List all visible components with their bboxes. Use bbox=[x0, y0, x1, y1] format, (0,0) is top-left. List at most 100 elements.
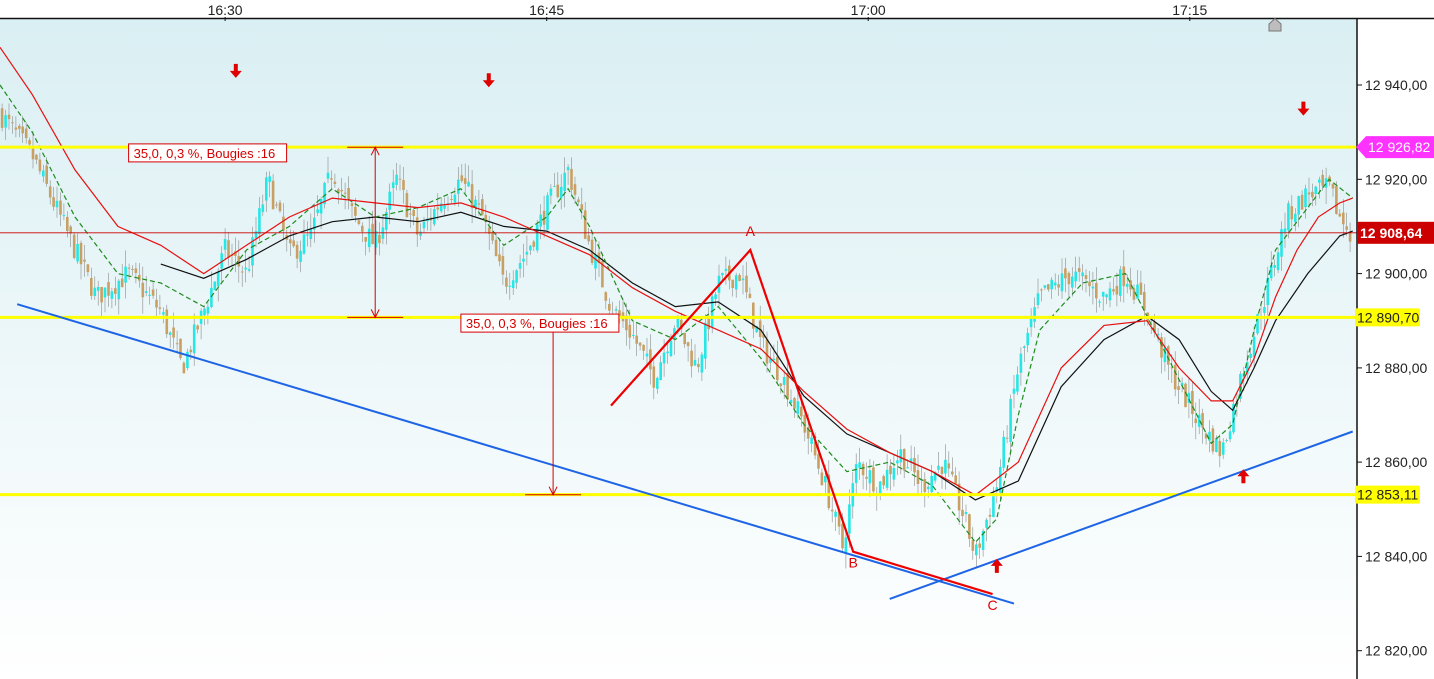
candle-body-bear bbox=[1338, 213, 1342, 217]
candle-body-bull bbox=[944, 459, 947, 474]
candle-body-bull bbox=[1318, 179, 1321, 183]
candle-body-bull bbox=[1294, 213, 1297, 223]
candle-body-bear bbox=[556, 184, 560, 197]
candle-body-bear bbox=[1077, 268, 1081, 272]
candle-body-bear bbox=[916, 470, 920, 484]
candle-body-bear bbox=[35, 154, 38, 160]
candle-body-bull bbox=[388, 191, 391, 210]
candle-body-bull bbox=[395, 174, 398, 185]
candle-body-bear bbox=[1307, 192, 1311, 195]
candle-body-bull bbox=[1053, 282, 1057, 286]
candle-body-bear bbox=[28, 140, 31, 145]
candle-body-bull bbox=[885, 469, 889, 488]
candle-body-bear bbox=[638, 342, 642, 346]
candle-body-bull bbox=[419, 231, 422, 236]
candle-body-bull bbox=[1125, 283, 1129, 287]
measure-label-text: 35,0, 0,3 %, Bougies :16 bbox=[466, 316, 608, 331]
candle-body-bear bbox=[405, 193, 409, 218]
candle-body-bear bbox=[765, 339, 769, 364]
candle-body-bear bbox=[415, 217, 419, 235]
candle-body-bull bbox=[926, 486, 930, 490]
candle-body-bull bbox=[210, 287, 213, 307]
candle-body-bull bbox=[306, 234, 309, 236]
candle-body-bear bbox=[100, 287, 103, 303]
candle-body-bear bbox=[151, 289, 155, 296]
candle-body-bear bbox=[865, 476, 868, 479]
candle-body-bull bbox=[316, 209, 319, 213]
candle-body-bear bbox=[1139, 282, 1143, 295]
candle-body-bear bbox=[1047, 284, 1050, 290]
candle-body-bull bbox=[1119, 269, 1122, 296]
measure-label-text: 35,0, 0,3 %, Bougies :16 bbox=[134, 146, 276, 161]
candle-body-bear bbox=[707, 317, 710, 330]
candle-body-bull bbox=[258, 208, 261, 234]
candle-body-bear bbox=[604, 292, 608, 301]
candle-body-bear bbox=[227, 240, 230, 258]
candle-body-bear bbox=[83, 259, 86, 262]
price-badge-text: 12 926,82 bbox=[1368, 139, 1430, 155]
candle-body-bull bbox=[1033, 307, 1036, 322]
candle-body-bear bbox=[1067, 272, 1071, 285]
candle-body-bull bbox=[1023, 346, 1026, 348]
candle-body-bull bbox=[518, 263, 522, 269]
candle-body-bear bbox=[481, 199, 484, 215]
candle-body-bull bbox=[906, 467, 909, 469]
candle-body-bull bbox=[1324, 178, 1328, 188]
candle-body-bear bbox=[463, 178, 467, 184]
candle-body-bull bbox=[937, 465, 940, 470]
candle-body-bull bbox=[110, 291, 114, 299]
candle-body-bull bbox=[878, 481, 882, 494]
candle-body-bull bbox=[1016, 374, 1019, 392]
candle-body-bear bbox=[361, 225, 364, 232]
candle-body-bull bbox=[254, 231, 258, 238]
price-chart[interactable]: A B C 35,0, 0,3 %, Bougies :16 35,0, 0,3 %, … bbox=[0, 0, 1434, 679]
candle-body-bear bbox=[460, 175, 464, 181]
candle-body-bull bbox=[1091, 286, 1095, 289]
candle-body-bull bbox=[796, 401, 800, 415]
candle-body-bear bbox=[179, 338, 182, 359]
candle-body-bear bbox=[38, 159, 42, 172]
x-tick-label: 17:15 bbox=[1172, 2, 1207, 18]
candle-body-bull bbox=[1098, 301, 1101, 303]
candle-body-bear bbox=[583, 210, 587, 239]
candle-body-bull bbox=[206, 306, 210, 314]
candle-body-bull bbox=[1228, 431, 1232, 440]
candle-body-bull bbox=[522, 258, 525, 262]
candle-body-bull bbox=[1283, 228, 1287, 233]
candle-body-bull bbox=[549, 188, 553, 196]
candle-body-bear bbox=[913, 458, 916, 473]
candle-body-bull bbox=[93, 287, 97, 296]
level-badge-text: 12 853,11 bbox=[1357, 487, 1418, 503]
candle-body-bear bbox=[59, 200, 62, 215]
candle-body-bear bbox=[402, 180, 405, 190]
candle-body-bull bbox=[546, 195, 549, 230]
candle-body-bear bbox=[580, 204, 584, 211]
candle-body-bear bbox=[628, 324, 632, 338]
candle-body-bull bbox=[975, 544, 978, 556]
candle-body-bear bbox=[793, 398, 796, 409]
candle-body-bear bbox=[282, 216, 285, 231]
candle-body-bull bbox=[566, 167, 570, 171]
candle-body-bull bbox=[1060, 273, 1064, 292]
candle-body-bull bbox=[662, 352, 666, 364]
candle-body-bull bbox=[704, 322, 707, 359]
candle-body-bull bbox=[741, 278, 745, 281]
candle-body-bull bbox=[666, 351, 669, 354]
candle-body-bull bbox=[1074, 271, 1077, 282]
candle-body-bear bbox=[409, 213, 412, 215]
candle-body-bull bbox=[1225, 440, 1228, 441]
candle-body-bear bbox=[1064, 268, 1067, 279]
candle-body-bear bbox=[278, 202, 282, 211]
candle-body-bear bbox=[817, 454, 820, 469]
candle-body-bull bbox=[96, 286, 100, 291]
candle-body-bear bbox=[1132, 288, 1136, 300]
candle-body-bull bbox=[511, 280, 515, 288]
candle-body-bull bbox=[992, 496, 995, 518]
candle-body-bear bbox=[923, 479, 927, 492]
candle-body-bull bbox=[1043, 285, 1047, 288]
candle-body-bear bbox=[14, 127, 18, 130]
candle-body-bear bbox=[1331, 183, 1335, 189]
candle-body-bull bbox=[525, 251, 529, 255]
candle-body-bull bbox=[1297, 196, 1300, 215]
candle-body-bull bbox=[168, 332, 172, 335]
